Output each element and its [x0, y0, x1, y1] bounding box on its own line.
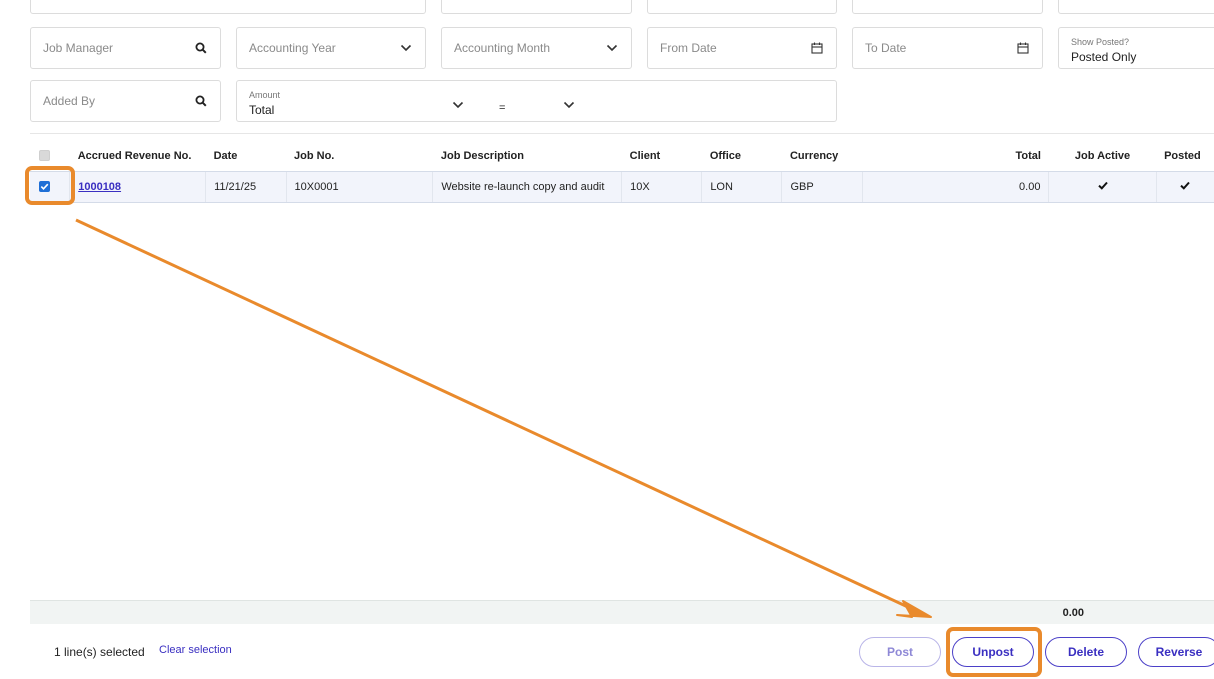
col-total[interactable]: Total [863, 141, 1049, 171]
job-manager-placeholder: Job Manager [43, 41, 114, 55]
cell-job-no: 10X0001 [285, 170, 433, 203]
from-date-input[interactable]: From Date [647, 27, 837, 69]
amount-value: Total [249, 103, 275, 117]
unpost-button[interactable]: Unpost [952, 637, 1034, 667]
show-posted-select[interactable]: Show Posted? Posted Only [1058, 27, 1214, 69]
amount-type-chevron-icon[interactable] [452, 96, 464, 114]
col-accrued-revenue-no[interactable]: Accrued Revenue No. [70, 141, 206, 171]
from-date-placeholder: From Date [660, 41, 717, 55]
totals-row: 0.00 [30, 600, 1214, 625]
cell-date: 11/21/25 [205, 170, 287, 203]
col-posted[interactable]: Posted [1156, 141, 1214, 171]
col-job-active[interactable]: Job Active [1049, 141, 1156, 171]
cell-total: 0.00 [862, 170, 1049, 203]
accrued-revenue-table: Accrued Revenue No. Date Job No. Job Des… [30, 141, 1214, 203]
select-all-checkbox[interactable] [39, 150, 50, 162]
col-currency[interactable]: Currency [782, 141, 863, 171]
calendar-icon[interactable] [1016, 41, 1030, 55]
cell-currency: GBP [781, 170, 863, 203]
cell-client: 10X [621, 170, 702, 203]
amount-operator-chevron-icon[interactable] [563, 96, 575, 114]
show-posted-value: Posted Only [1071, 50, 1137, 64]
show-posted-label: Show Posted? [1071, 37, 1130, 47]
table-header-row: Accrued Revenue No. Date Job No. Job Des… [30, 141, 1214, 171]
amount-operator[interactable]: = [499, 102, 505, 114]
job-manager-input[interactable]: Job Manager [30, 27, 221, 69]
accrued-revenue-link[interactable]: 1000108 [78, 181, 121, 193]
added-by-input[interactable]: Added By [30, 80, 221, 122]
search-icon[interactable] [194, 41, 208, 55]
filter-divider [30, 133, 1214, 134]
filter-field-partial-3[interactable] [647, 0, 837, 14]
filter-field-partial-2[interactable] [441, 0, 632, 14]
col-client[interactable]: Client [622, 141, 702, 171]
accounting-month-placeholder: Accounting Month [454, 41, 551, 55]
accounting-month-select[interactable]: Accounting Month [441, 27, 632, 69]
cell-posted [1155, 170, 1214, 203]
row-checkbox[interactable] [39, 181, 50, 193]
to-date-placeholder: To Date [865, 41, 907, 55]
amount-filter[interactable]: Amount Total = [236, 80, 837, 122]
filter-field-partial-5[interactable] [1058, 0, 1214, 14]
chevron-down-icon[interactable] [399, 41, 413, 55]
col-job-no[interactable]: Job No. [286, 141, 433, 171]
grand-total: 0.00 [1062, 607, 1084, 619]
table-row[interactable]: 1000108 11/21/25 10X0001 Website re-laun… [30, 170, 1214, 203]
col-job-description[interactable]: Job Description [433, 141, 622, 171]
col-office[interactable]: Office [702, 141, 782, 171]
calendar-icon[interactable] [810, 41, 824, 55]
col-date[interactable]: Date [206, 141, 286, 171]
cell-job-description: Website re-launch copy and audit [432, 170, 622, 203]
added-by-placeholder: Added By [43, 94, 96, 108]
filter-field-partial-1[interactable] [30, 0, 426, 14]
cell-office: LON [701, 170, 782, 203]
accounting-year-select[interactable]: Accounting Year [236, 27, 426, 69]
search-icon[interactable] [194, 94, 208, 108]
filter-field-partial-4[interactable] [852, 0, 1043, 14]
to-date-input[interactable]: To Date [852, 27, 1043, 69]
amount-label: Amount [249, 90, 281, 100]
select-all-cell[interactable] [30, 141, 70, 171]
cell-accrued-revenue-no[interactable]: 1000108 [69, 170, 206, 203]
selection-bar: 1 line(s) selected Clear selection [30, 624, 1214, 679]
clear-selection-link[interactable]: Clear selection [159, 644, 232, 656]
post-button[interactable]: Post [859, 637, 941, 667]
checkmark-icon [1180, 181, 1191, 190]
row-select-cell[interactable] [30, 170, 70, 203]
reverse-button[interactable]: Reverse [1138, 637, 1214, 667]
selection-count: 1 line(s) selected [54, 645, 145, 659]
accounting-year-placeholder: Accounting Year [249, 41, 336, 55]
delete-button[interactable]: Delete [1045, 637, 1127, 667]
chevron-down-icon[interactable] [605, 41, 619, 55]
checkmark-icon [1097, 181, 1108, 190]
cell-job-active [1048, 170, 1157, 203]
